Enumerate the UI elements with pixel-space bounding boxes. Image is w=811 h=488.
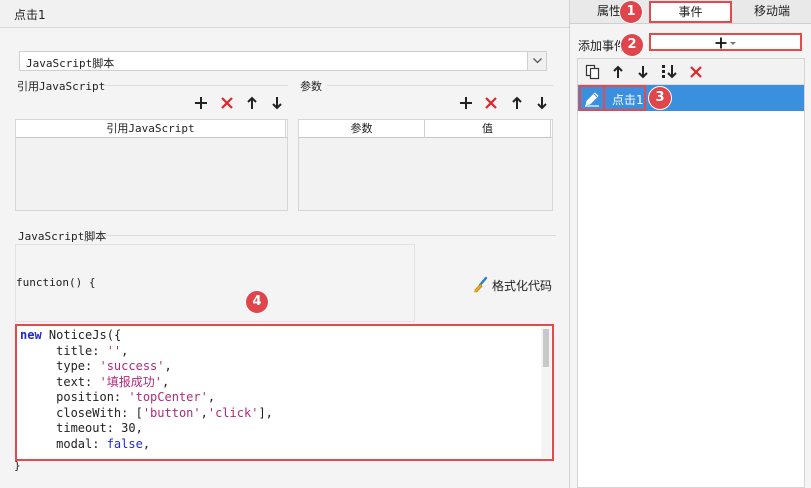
event-list-item[interactable]: 点击1: [578, 85, 804, 111]
value-column-header: 值: [425, 120, 551, 138]
code-line: position: 'topCenter',: [20, 390, 216, 404]
x-icon[interactable]: [484, 96, 500, 112]
code-line: modal: false,: [20, 436, 151, 451]
step-marker-3: 3: [649, 87, 671, 109]
event-list: 点击1: [577, 58, 805, 488]
pencil-icon[interactable]: [579, 85, 603, 111]
x-icon[interactable]: [689, 65, 705, 81]
script-type-select[interactable]: JavaScript脚本: [19, 51, 547, 71]
script-type-value: JavaScript脚本: [26, 57, 115, 70]
arrow-up-icon[interactable]: [245, 96, 261, 112]
code-keyword: new: [20, 328, 42, 342]
editor-header: 点击1: [0, 0, 569, 28]
code-string: '': [106, 343, 122, 358]
code-scrollbar-thumb[interactable]: [543, 329, 549, 367]
step-marker-1: 1: [620, 1, 642, 23]
event-editor-panel: 点击1 JavaScript脚本 引用JavaScript 引用JavaScri…: [0, 0, 569, 488]
function-closing-brace: }: [14, 459, 21, 472]
arrow-down-icon[interactable]: [535, 96, 551, 112]
ref-js-table-header: 引用JavaScript: [16, 120, 287, 138]
plus-icon[interactable]: [459, 96, 475, 112]
ref-js-column-header: 引用JavaScript: [16, 120, 286, 138]
panel-tabs: 属性 事件 移动端: [570, 0, 811, 24]
code-string: 'topCenter': [128, 390, 208, 404]
params-table[interactable]: 参数 值: [298, 119, 553, 211]
script-divider: [104, 235, 556, 236]
move-down-icon[interactable]: [661, 64, 677, 80]
event-toolbar: [578, 59, 804, 85]
arrow-up-icon[interactable]: [510, 96, 526, 112]
step-marker-2: 2: [621, 34, 643, 56]
code-line: timeout: 30,: [20, 421, 143, 435]
code-editor[interactable]: new NoticeJs({ title: '', type: 'success…: [15, 324, 554, 461]
params-table-header: 参数 值: [299, 120, 552, 138]
chevron-down-icon[interactable]: [527, 52, 546, 70]
code-line: closeWith: ['button','click'],: [20, 405, 273, 420]
code-line: type: 'success',: [20, 359, 172, 373]
ref-js-table[interactable]: 引用JavaScript: [15, 119, 288, 211]
copy-icon[interactable]: [585, 64, 601, 80]
params-divider: [327, 85, 553, 86]
editor-title: 点击1: [14, 8, 46, 22]
script-label: JavaScript脚本: [18, 230, 107, 243]
params-column-header: 参数: [299, 120, 425, 138]
x-icon[interactable]: [220, 96, 236, 112]
code-string: 'button': [142, 405, 201, 420]
brush-icon: [472, 276, 490, 297]
code-line: text: '填报成功',: [20, 374, 170, 389]
params-label: 参数: [300, 80, 322, 93]
format-code-label: 格式化代码: [492, 279, 553, 293]
code-string: 'success': [99, 359, 165, 373]
event-name: 点击1: [612, 93, 644, 107]
plus-icon[interactable]: [194, 96, 210, 112]
function-header: function() {: [16, 276, 96, 289]
properties-panel: 属性 事件 移动端 添加事件 点击1: [570, 0, 811, 488]
ref-js-divider: [104, 85, 288, 86]
tab-events[interactable]: 事件: [649, 1, 732, 23]
code-scrollbar[interactable]: [541, 327, 551, 458]
add-event-button[interactable]: [649, 33, 802, 51]
code-string: '填报成功': [99, 374, 162, 389]
code-line: title: '',: [20, 343, 129, 358]
tab-mobile[interactable]: 移动端: [733, 1, 811, 23]
code-number: 30: [121, 421, 136, 435]
arrow-down-icon[interactable]: [270, 96, 286, 112]
code-string: 'click': [207, 405, 259, 420]
code-keyword: false: [106, 436, 143, 451]
arrow-up-icon[interactable]: [611, 65, 627, 81]
step-marker-4: 4: [246, 291, 268, 313]
code-line: new NoticeJs({: [20, 328, 122, 342]
plus-icon: [715, 37, 736, 49]
arrow-down-icon[interactable]: [636, 65, 652, 81]
code-content: new NoticeJs({ title: '', type: 'success…: [20, 328, 273, 452]
ref-js-label: 引用JavaScript: [17, 80, 106, 93]
add-event-label: 添加事件: [578, 39, 627, 53]
